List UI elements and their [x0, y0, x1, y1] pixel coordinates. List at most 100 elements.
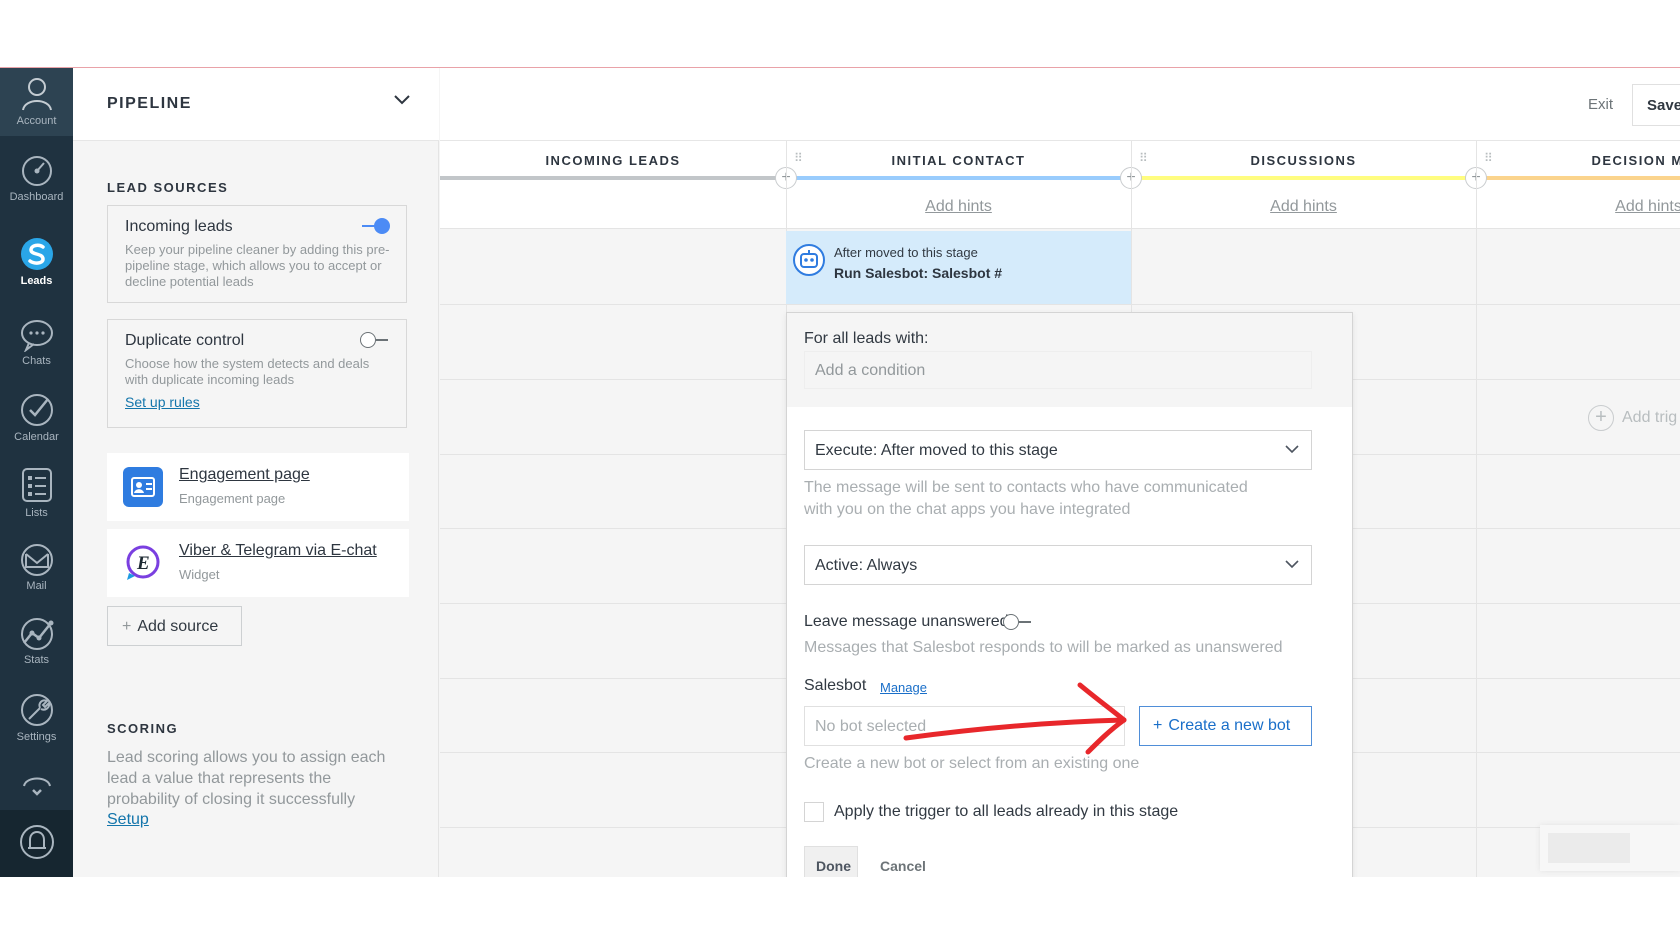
plus-circle-icon: +	[1588, 405, 1614, 431]
apply-all-checkbox[interactable]	[804, 802, 824, 822]
add-trigger-label: Add trig	[1622, 409, 1678, 427]
svg-text:E: E	[136, 553, 150, 574]
trigger-settings-popup: For all leads with: Add a condition Exec…	[786, 312, 1353, 877]
list-icon	[21, 468, 52, 502]
source-viber-telegram[interactable]: E Viber & Telegram via E-chat Widget	[107, 529, 409, 597]
wrench-icon	[20, 694, 53, 726]
user-icon	[21, 78, 52, 111]
nav-lists-label: Lists	[25, 507, 48, 519]
robot-icon	[793, 244, 825, 276]
incoming-leads-desc: Keep your pipeline cleaner by adding thi…	[125, 242, 390, 289]
add-hints-link[interactable]: Add hints	[1476, 198, 1680, 216]
chevron-down-icon[interactable]	[393, 94, 411, 106]
stage-title-decision[interactable]: DECISION MAK	[1476, 153, 1680, 168]
duplicate-control-title: Duplicate control	[125, 332, 245, 349]
set-up-rules-link[interactable]: Set up rules	[125, 394, 200, 410]
pipeline-header[interactable]: PIPELINE	[73, 68, 439, 141]
chat-icon	[20, 320, 53, 352]
duplicate-control-card: Duplicate control Choose how the system …	[107, 319, 407, 428]
exit-button[interactable]: Exit	[1588, 96, 1613, 113]
salesbot-trigger-block[interactable]: After moved to this stage Run Salesbot: …	[786, 231, 1131, 304]
nav-calendar[interactable]: Calendar	[0, 392, 73, 443]
execute-select[interactable]: Execute: After moved to this stage	[804, 430, 1312, 470]
create-new-bot-button[interactable]: + Create a new bot	[1139, 706, 1312, 746]
bot-select-input[interactable]: No bot selected	[804, 706, 1125, 746]
incoming-leads-card: Incoming leads Keep your pipeline cleane…	[107, 205, 407, 303]
plus-icon: +	[1153, 717, 1163, 734]
execute-note: The message will be sent to contacts who…	[804, 477, 1248, 521]
stage-title-discussions[interactable]: DISCUSSIONS	[1131, 153, 1476, 168]
stage-color-bar	[1476, 176, 1680, 180]
source-engagement-page[interactable]: Engagement page Engagement page	[107, 453, 409, 521]
bell-icon[interactable]	[19, 822, 55, 862]
main-nav: Account Dashboard Leads Chats Calendar L…	[0, 68, 73, 877]
active-select-value: Active: Always	[815, 557, 918, 574]
add-hints-link[interactable]: Add hints	[1131, 198, 1476, 216]
nav-stats[interactable]: Stats	[0, 617, 73, 666]
nav-chats[interactable]: Chats	[0, 318, 73, 367]
active-select[interactable]: Active: Always	[804, 545, 1312, 585]
engagement-page-icon	[123, 467, 163, 507]
duplicate-control-toggle[interactable]	[360, 332, 390, 348]
check-circle-icon	[20, 394, 53, 426]
add-source-button[interactable]: + Add source	[107, 606, 242, 646]
save-button[interactable]: Save	[1632, 84, 1680, 126]
leave-unanswered-toggle[interactable]	[1003, 614, 1033, 630]
pipeline-board: Exit Save INCOMING LEADS ⠿ INITIAL CONTA…	[440, 68, 1680, 877]
loading-placeholder	[1540, 825, 1680, 871]
mail-icon	[20, 544, 53, 576]
incoming-leads-toggle[interactable]	[362, 218, 390, 234]
stage-title-incoming[interactable]: INCOMING LEADS	[440, 153, 786, 168]
scoring-setup-link[interactable]: Setup	[107, 811, 149, 829]
nav-calendar-label: Calendar	[14, 431, 59, 443]
source-title[interactable]: Viber & Telegram via E-chat	[179, 542, 377, 560]
apply-all-label: Apply the trigger to all leads already i…	[834, 803, 1179, 820]
add-trigger-button[interactable]: + Add trig	[1588, 405, 1677, 431]
manage-link[interactable]: Manage	[880, 680, 927, 695]
source-sub: Widget	[179, 567, 220, 582]
nav-dashboard-label: Dashboard	[9, 191, 64, 203]
incoming-leads-title: Incoming leads	[125, 218, 233, 235]
plus-icon: +	[122, 618, 132, 635]
add-hints-link[interactable]: Add hints	[786, 198, 1131, 216]
nav-lists[interactable]: Lists	[0, 466, 73, 519]
nav-mail-label: Mail	[26, 580, 47, 592]
nav-chats-label: Chats	[22, 355, 51, 367]
nav-account[interactable]: Account	[0, 68, 73, 136]
nav-leads-label: Leads	[20, 275, 53, 287]
stage-color-bar	[1131, 176, 1476, 180]
scoring-title: SCORING	[107, 721, 179, 736]
nav-mail[interactable]: Mail	[0, 543, 73, 592]
stage-color-bar	[786, 176, 1131, 180]
app-window: Account Dashboard Leads Chats Calendar L…	[0, 67, 1680, 877]
stats-icon	[20, 618, 53, 650]
column-divider	[1476, 141, 1477, 877]
chevron-down-icon	[1285, 445, 1299, 454]
nav-leads[interactable]: Leads	[0, 236, 73, 287]
nav-stats-label: Stats	[23, 654, 50, 666]
echat-icon: E	[123, 543, 163, 583]
for-all-leads-label: For all leads with:	[804, 330, 929, 347]
cancel-button[interactable]: Cancel	[880, 858, 926, 874]
lead-sources-title: LEAD SOURCES	[107, 180, 229, 195]
chevron-down-icon	[1285, 560, 1299, 569]
add-condition-input[interactable]: Add a condition	[804, 351, 1312, 389]
done-button[interactable]: Done	[804, 846, 858, 877]
execute-select-value: Execute: After moved to this stage	[815, 442, 1058, 459]
nav-settings[interactable]: Settings	[0, 692, 73, 743]
pipeline-title: PIPELINE	[107, 95, 192, 112]
nav-account-label: Account	[16, 115, 57, 127]
nav-dashboard[interactable]: Dashboard	[0, 154, 73, 203]
leave-unanswered-label: Leave message unanswered	[804, 613, 1009, 630]
source-title[interactable]: Engagement page	[179, 466, 310, 484]
leads-icon	[20, 238, 53, 270]
stage-color-bar	[440, 176, 786, 180]
salesbot-label: Salesbot	[804, 677, 867, 694]
gauge-icon	[21, 156, 52, 186]
stage-title-initial[interactable]: INITIAL CONTACT	[786, 153, 1131, 168]
nav-more[interactable]	[0, 774, 73, 805]
create-bot-note: Create a new bot or select from an exist…	[804, 755, 1140, 772]
nav-bottom	[0, 810, 73, 877]
add-source-label: Add source	[137, 618, 219, 635]
pipeline-sidebar: PIPELINE LEAD SOURCES Incoming leads Kee…	[73, 68, 439, 877]
